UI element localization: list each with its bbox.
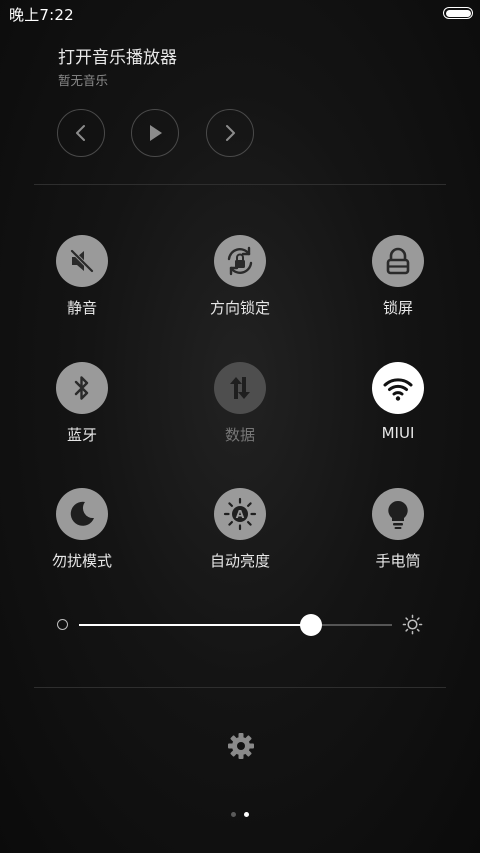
brightness-slider-thumb[interactable] [299,614,322,636]
toggle-flashlight[interactable]: 手电筒 [338,488,458,578]
play-icon [150,125,162,141]
auto-brightness-icon: A [223,497,257,531]
toggle-label: 自动亮度 [209,552,270,570]
status-time: 晚上7:22 [9,6,74,24]
brightness-slider[interactable] [79,614,392,636]
toggle-flashlight-button[interactable] [372,488,424,540]
toggle-wifi[interactable]: MIUI [338,362,458,452]
next-track-button[interactable] [206,109,254,157]
rotation-lock-icon [227,246,253,276]
flashlight-icon [388,500,408,529]
toggle-label: 锁屏 [382,299,413,317]
bluetooth-icon [74,376,89,400]
svg-text:A: A [236,508,245,521]
page-dot [231,812,236,817]
brightness-high-icon [402,614,423,635]
brightness-low-icon [57,619,68,630]
toggle-label: 方向锁定 [209,299,270,317]
toggle-mute[interactable]: 静音 [22,235,142,325]
toggle-label: 数据 [224,426,255,444]
toggle-label: MIUI [381,424,415,442]
wifi-icon [383,378,413,401]
divider [34,184,446,185]
previous-track-button[interactable] [57,109,105,157]
toggle-lock-screen[interactable]: 锁屏 [338,235,458,325]
toggle-label: 手电筒 [375,552,421,570]
page-dot [244,812,249,817]
battery-fill [445,9,471,17]
mute-icon [69,248,95,274]
toggle-label: 勿扰模式 [51,552,112,570]
toggle-lock-screen-button[interactable] [372,235,424,287]
moon-icon [70,501,94,526]
toggle-mobile-data-button[interactable] [214,362,266,414]
toggle-label: 静音 [66,299,97,317]
brightness-slider-fill [79,624,311,626]
music-status: 暂无音乐 [58,73,109,88]
music-player-title[interactable]: 打开音乐播放器 [58,43,177,68]
mobile-data-icon [230,377,250,399]
lock-icon [386,247,410,275]
toggle-auto-brightness[interactable]: A 自动亮度 [180,488,300,578]
toggle-do-not-disturb[interactable]: 勿扰模式 [22,488,142,578]
toggle-label: 蓝牙 [66,426,97,444]
toggle-rotation-lock-button[interactable] [214,235,266,287]
toggle-mute-button[interactable] [56,235,108,287]
page-indicator [0,812,480,820]
brightness-control [0,604,480,644]
toggle-bluetooth-button[interactable] [56,362,108,414]
settings-gear-icon[interactable] [226,731,256,761]
toggle-auto-brightness-button[interactable]: A [214,488,266,540]
toggle-bluetooth[interactable]: 蓝牙 [22,362,142,452]
play-button[interactable] [131,109,179,157]
chevron-left-icon [76,125,85,141]
toggle-do-not-disturb-button[interactable] [56,488,108,540]
toggle-wifi-button[interactable] [372,362,424,414]
divider [34,687,446,688]
toggle-mobile-data[interactable]: 数据 [180,362,300,452]
toggle-rotation-lock[interactable]: 方向锁定 [180,235,300,325]
chevron-right-icon [226,125,235,141]
status-bar: 晚上7:22 [0,0,480,28]
battery-icon [443,7,473,19]
